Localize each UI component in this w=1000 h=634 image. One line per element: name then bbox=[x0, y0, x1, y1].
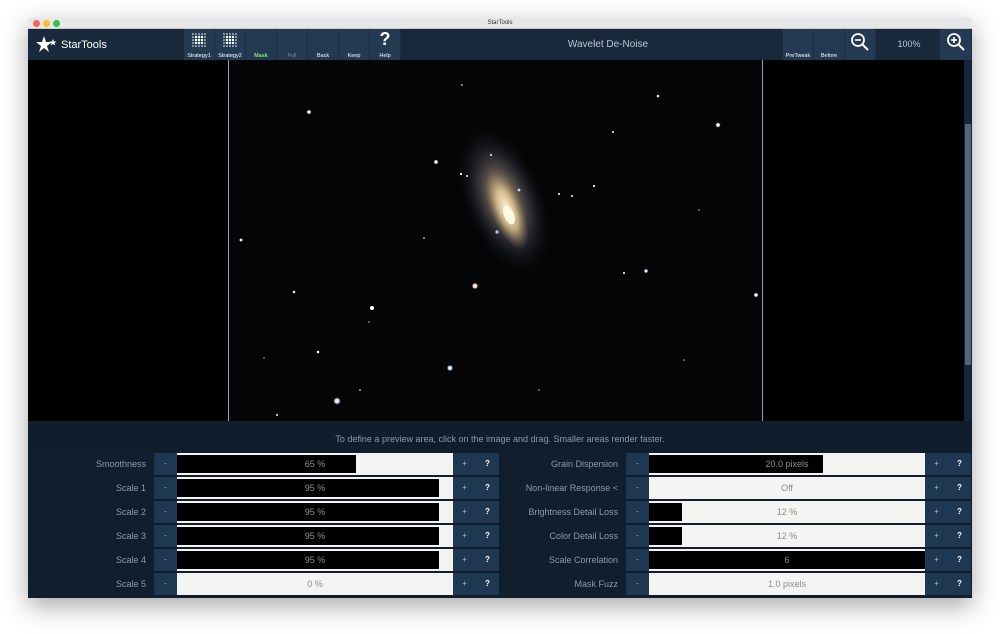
zoom-out-button[interactable] bbox=[845, 29, 876, 60]
param-label: Brightness Detail Loss bbox=[528, 507, 618, 517]
slider-value: 12 % bbox=[776, 507, 798, 517]
slider-value: 1.0 pixels bbox=[767, 579, 807, 589]
image-viewer[interactable] bbox=[28, 60, 972, 421]
param-label: Non-linear Response < bbox=[525, 483, 618, 493]
non-linear-response-help-button[interactable]: ? bbox=[948, 477, 971, 499]
param-label: Grain Dispersion bbox=[550, 459, 618, 469]
slider-value: 12 % bbox=[776, 531, 798, 541]
back-button-label: Back bbox=[316, 53, 330, 59]
mask-button[interactable]: Mask bbox=[246, 29, 277, 60]
scrollbar-thumb[interactable] bbox=[965, 124, 971, 365]
zoom-in-button[interactable] bbox=[940, 29, 972, 60]
increase-color-detail-loss-button[interactable]: + bbox=[925, 525, 948, 547]
parameter-panel: Smoothness -65 % +? Scale 1-95 % +? Scale 2-9… bbox=[28, 451, 972, 598]
help-button-label: Help bbox=[379, 53, 391, 59]
mask-fuzz-slider[interactable]: 1.0 pixels bbox=[649, 573, 925, 595]
decrease-mask-fuzz-button[interactable]: - bbox=[626, 573, 649, 595]
increase-mask-fuzz-button[interactable]: + bbox=[925, 573, 948, 595]
grain-dispersion-help-button[interactable]: ? bbox=[948, 453, 971, 475]
slider-value: 6 bbox=[784, 555, 790, 565]
grid-dots-icon bbox=[184, 32, 214, 48]
pretweak-button-label: PreTweak bbox=[785, 53, 811, 59]
param-row-mask-fuzz: Mask Fuzz - 1.0 pixels +? bbox=[28, 573, 972, 595]
title-bar: StarTools bbox=[28, 18, 972, 29]
module-title: Wavelet De-Noise bbox=[567, 39, 649, 50]
param-row-non-linear-response: Non-linear Response < - Off +? bbox=[28, 477, 972, 499]
non-linear-response-slider[interactable]: Off bbox=[649, 477, 925, 499]
brightness-detail-loss-slider[interactable]: 12 % bbox=[649, 501, 925, 523]
pretweak-button[interactable]: PreTweak bbox=[783, 29, 814, 60]
strategy1-button[interactable]: Strategy1 bbox=[184, 29, 215, 60]
increase-brightness-detail-loss-button[interactable]: + bbox=[925, 501, 948, 523]
window-title: StarTools bbox=[487, 20, 513, 26]
keep-button-label: Keep bbox=[347, 53, 361, 59]
before-button-label: Before bbox=[820, 53, 838, 59]
color-detail-loss-slider[interactable]: 12 % bbox=[649, 525, 925, 547]
decrease-grain-dispersion-button[interactable]: - bbox=[626, 453, 649, 475]
zoom-in-icon bbox=[946, 33, 965, 51]
increase-grain-dispersion-button[interactable]: + bbox=[925, 453, 948, 475]
zoom-level: 100% bbox=[897, 39, 921, 49]
galaxy-image[interactable] bbox=[228, 60, 763, 421]
question-mark-icon: ? bbox=[379, 29, 391, 49]
strategy1-button-label: Strategy1 bbox=[187, 53, 211, 59]
scale-correlation-slider[interactable]: 6 bbox=[649, 549, 925, 571]
vertical-scrollbar[interactable] bbox=[964, 60, 972, 421]
param-row-grain-dispersion: Grain Dispersion - 20.0 pixels +? bbox=[28, 453, 972, 475]
slider-value: 20.0 pixels bbox=[765, 459, 809, 469]
strategy2-button-label: Strategy2 bbox=[218, 53, 242, 59]
star-logo-icon bbox=[36, 36, 57, 52]
startools-window: StarTools StarTools Strategy1 Strategy2 Ma… bbox=[28, 18, 972, 598]
mask-button-label: Mask bbox=[254, 53, 268, 59]
logo-text: StarTools bbox=[61, 39, 107, 51]
decrease-non-linear-response-button[interactable]: - bbox=[626, 477, 649, 499]
increase-scale-correlation-button[interactable]: + bbox=[925, 549, 948, 571]
param-label: Scale Correlation bbox=[548, 555, 618, 565]
keep-button[interactable]: Keep bbox=[339, 29, 370, 60]
param-row-scale-correlation: Scale Correlation - 6 +? bbox=[28, 549, 972, 571]
decrease-scale-correlation-button[interactable]: - bbox=[626, 549, 649, 571]
before-button[interactable]: Before bbox=[814, 29, 845, 60]
startools-logo: StarTools bbox=[36, 32, 107, 58]
param-row-color-detail-loss: Color Detail Loss - 12 % +? bbox=[28, 525, 972, 547]
grid-dots-icon bbox=[215, 32, 245, 48]
decrease-brightness-detail-loss-button[interactable]: - bbox=[626, 501, 649, 523]
mask-fuzz-help-button[interactable]: ? bbox=[948, 573, 971, 595]
full-button[interactable]: Full bbox=[277, 29, 308, 60]
color-detail-loss-help-button[interactable]: ? bbox=[948, 525, 971, 547]
brightness-detail-loss-help-button[interactable]: ? bbox=[948, 501, 971, 523]
increase-non-linear-response-button[interactable]: + bbox=[925, 477, 948, 499]
param-label: Color Detail Loss bbox=[549, 531, 618, 541]
grain-dispersion-slider[interactable]: 20.0 pixels bbox=[649, 453, 925, 475]
decrease-color-detail-loss-button[interactable]: - bbox=[626, 525, 649, 547]
hint-bar: To define a preview area, click on the i… bbox=[28, 421, 972, 451]
zoom-out-icon bbox=[851, 33, 869, 51]
strategy2-button[interactable]: Strategy2 bbox=[215, 29, 246, 60]
help-button[interactable]: ? Help bbox=[370, 29, 401, 60]
scale-correlation-help-button[interactable]: ? bbox=[948, 549, 971, 571]
full-button-label: Full bbox=[287, 53, 297, 59]
slider-value: Off bbox=[781, 483, 793, 493]
param-row-brightness-detail-loss: Brightness Detail Loss - 12 % +? bbox=[28, 501, 972, 523]
galaxy-photo[interactable] bbox=[229, 60, 763, 421]
param-label: Mask Fuzz bbox=[574, 579, 618, 589]
back-button[interactable]: Back bbox=[308, 29, 339, 60]
preview-hint: To define a preview area, click on the i… bbox=[335, 434, 665, 444]
